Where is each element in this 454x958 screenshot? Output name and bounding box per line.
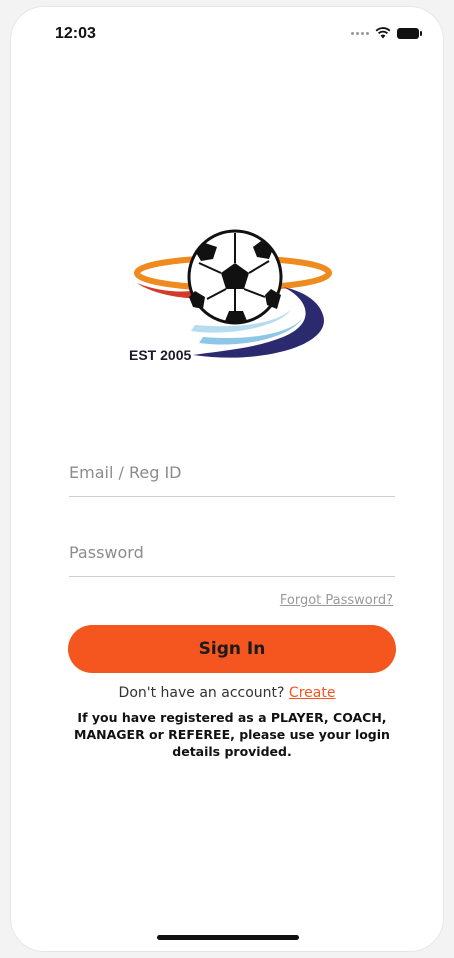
signal-dots-icon xyxy=(351,31,369,35)
wifi-icon xyxy=(375,27,391,39)
battery-icon xyxy=(397,27,422,39)
email-field xyxy=(69,449,395,497)
forgot-password-link[interactable]: Forgot Password? xyxy=(280,593,393,608)
create-account-link[interactable]: Create xyxy=(289,685,336,701)
sign-in-button[interactable]: Sign In xyxy=(68,625,396,673)
status-icons xyxy=(351,27,422,39)
email-input[interactable] xyxy=(69,449,395,496)
login-notice: If you have registered as a PLAYER, COAC… xyxy=(74,710,390,759)
home-indicator[interactable] xyxy=(157,935,299,940)
password-input[interactable] xyxy=(69,529,395,576)
status-bar: 12:03 xyxy=(11,7,443,57)
password-field xyxy=(69,529,395,577)
account-prompt: Don't have an account? Create xyxy=(11,685,443,701)
status-time: 12:03 xyxy=(55,25,96,42)
account-prompt-text: Don't have an account? xyxy=(118,685,285,701)
logo-est-text: EST 2005 xyxy=(129,347,192,363)
phone-screen: 12:03 EST 2005 Email / Reg ID Forgot Pas… xyxy=(10,6,444,952)
